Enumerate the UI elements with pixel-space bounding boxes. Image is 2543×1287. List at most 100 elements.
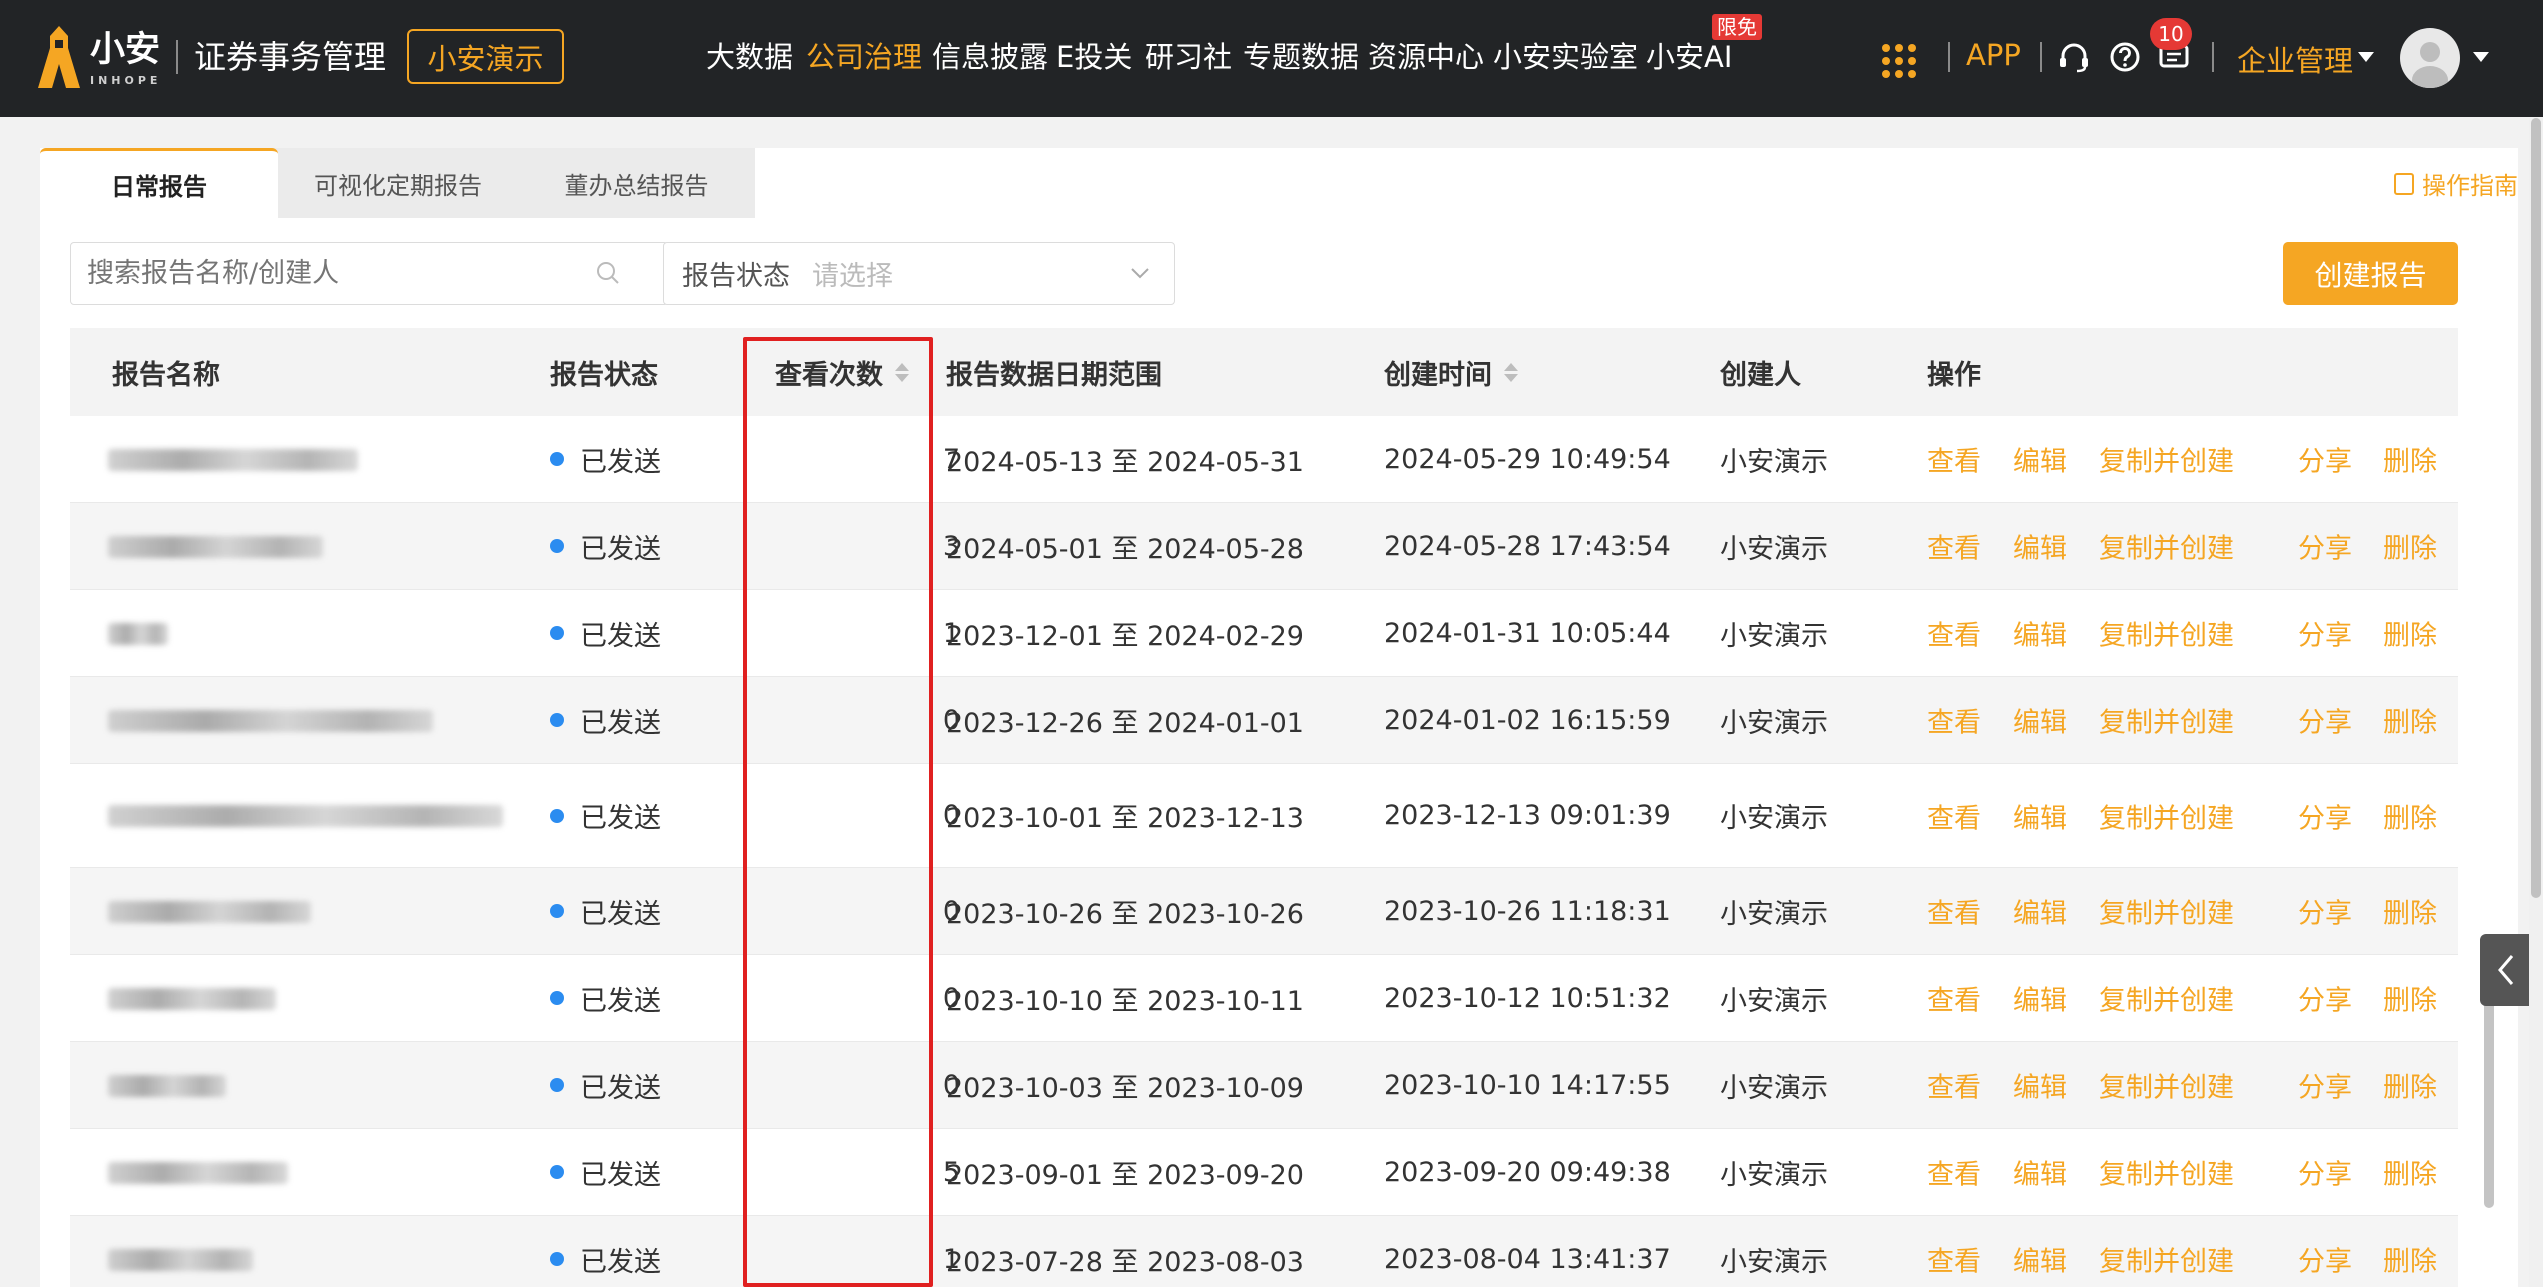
date-range-cell: 2024-05-13 至 2024-05-31 — [946, 446, 1304, 478]
caret-down-icon[interactable] — [2473, 52, 2489, 62]
blurred-report-name[interactable] — [108, 709, 433, 732]
delete-action[interactable]: 删除 — [2383, 1240, 2437, 1279]
edit-action[interactable]: 编辑 — [2013, 1240, 2067, 1279]
edit-action[interactable]: 编辑 — [2013, 701, 2067, 740]
blurred-report-name[interactable] — [108, 1074, 226, 1097]
copy-create-action[interactable]: 复制并创建 — [2099, 527, 2234, 566]
nav-item-1[interactable]: 公司治理 — [806, 36, 922, 78]
edit-action[interactable]: 编辑 — [2013, 527, 2067, 566]
tab-daily-report[interactable]: 日常报告 — [40, 148, 278, 218]
sort-icon[interactable] — [1504, 362, 1518, 382]
share-action[interactable]: 分享 — [2298, 1153, 2352, 1192]
delete-action[interactable]: 删除 — [2383, 979, 2437, 1018]
side-panel-toggle[interactable] — [2480, 934, 2532, 1006]
nav-item-2[interactable]: 信息披露 — [932, 36, 1048, 78]
delete-action[interactable]: 删除 — [2383, 701, 2437, 740]
caret-down-icon[interactable] — [2358, 52, 2374, 62]
edit-action[interactable]: 编辑 — [2013, 1066, 2067, 1105]
blurred-report-name[interactable] — [108, 900, 311, 923]
copy-create-action[interactable]: 复制并创建 — [2099, 1153, 2234, 1192]
view-action[interactable]: 查看 — [1927, 440, 1981, 479]
view-action[interactable]: 查看 — [1927, 527, 1981, 566]
delete-action[interactable]: 删除 — [2383, 1153, 2437, 1192]
tab-board-summary-report[interactable]: 董办总结报告 — [518, 148, 755, 218]
share-action[interactable]: 分享 — [2298, 979, 2352, 1018]
share-action[interactable]: 分享 — [2298, 1240, 2352, 1279]
share-action[interactable]: 分享 — [2298, 796, 2352, 835]
nav-item-8[interactable]: 小安AI — [1646, 36, 1732, 78]
date-range-cell: 2023-10-03 至 2023-10-09 — [946, 1072, 1304, 1104]
view-action[interactable]: 查看 — [1927, 614, 1981, 653]
delete-action[interactable]: 删除 — [2383, 527, 2437, 566]
delete-action[interactable]: 删除 — [2383, 1066, 2437, 1105]
create-report-button[interactable]: 创建报告 — [2283, 242, 2458, 305]
created-time-cell: 2023-10-12 10:51:32 — [1384, 982, 1671, 1014]
share-action[interactable]: 分享 — [2298, 440, 2352, 479]
nav-item-3[interactable]: E投关 — [1056, 36, 1132, 78]
search-icon[interactable] — [595, 260, 621, 286]
status-dot-icon — [550, 713, 564, 727]
blurred-report-name[interactable] — [108, 535, 323, 558]
view-action[interactable]: 查看 — [1927, 796, 1981, 835]
help-question-icon[interactable] — [2108, 40, 2142, 74]
report-status-select[interactable]: 报告状态 请选择 — [663, 242, 1175, 305]
column-created-time[interactable]: 创建时间 — [1384, 328, 1518, 416]
copy-create-action[interactable]: 复制并创建 — [2099, 1066, 2234, 1105]
blurred-report-name[interactable] — [108, 987, 276, 1010]
delete-action[interactable]: 删除 — [2383, 614, 2437, 653]
app-link[interactable]: APP — [1966, 38, 2021, 72]
copy-create-action[interactable]: 复制并创建 — [2099, 892, 2234, 931]
nav-item-5[interactable]: 专题数据 — [1243, 36, 1359, 78]
nav-item-6[interactable]: 资源中心 — [1368, 36, 1484, 78]
share-action[interactable]: 分享 — [2298, 527, 2352, 566]
copy-create-action[interactable]: 复制并创建 — [2099, 1240, 2234, 1279]
nav-item-7[interactable]: 小安实验室 — [1493, 36, 1638, 78]
copy-create-action[interactable]: 复制并创建 — [2099, 614, 2234, 653]
view-action[interactable]: 查看 — [1927, 979, 1981, 1018]
table-row: 已发送 0 2023-10-03 至 2023-10-09 2023-10-10 14… — [70, 1042, 2458, 1129]
view-action[interactable]: 查看 — [1927, 892, 1981, 931]
edit-action[interactable]: 编辑 — [2013, 440, 2067, 479]
operation-guide-link[interactable]: 操作指南 — [2394, 166, 2518, 201]
enterprise-management-menu[interactable]: 企业管理 — [2237, 38, 2353, 80]
demo-account-button[interactable]: 小安演示 — [407, 29, 564, 84]
delete-action[interactable]: 删除 — [2383, 440, 2437, 479]
blurred-report-name[interactable] — [108, 622, 168, 645]
nav-item-4[interactable]: 研习社 — [1145, 36, 1232, 78]
headset-support-icon[interactable] — [2057, 40, 2091, 74]
copy-create-action[interactable]: 复制并创建 — [2099, 796, 2234, 835]
share-action[interactable]: 分享 — [2298, 892, 2352, 931]
delete-action[interactable]: 删除 — [2383, 892, 2437, 931]
delete-action[interactable]: 删除 — [2383, 796, 2437, 835]
copy-create-action[interactable]: 复制并创建 — [2099, 440, 2234, 479]
edit-action[interactable]: 编辑 — [2013, 892, 2067, 931]
share-action[interactable]: 分享 — [2298, 1066, 2352, 1105]
brand-name[interactable]: 小安 — [90, 30, 160, 70]
view-action[interactable]: 查看 — [1927, 1153, 1981, 1192]
blurred-report-name[interactable] — [108, 1161, 288, 1184]
copy-create-action[interactable]: 复制并创建 — [2099, 979, 2234, 1018]
blurred-report-name[interactable] — [108, 805, 503, 827]
creator-cell: 小安演示 — [1720, 620, 1828, 652]
edit-action[interactable]: 编辑 — [2013, 979, 2067, 1018]
view-action[interactable]: 查看 — [1927, 1066, 1981, 1105]
share-action[interactable]: 分享 — [2298, 614, 2352, 653]
nav-item-0[interactable]: 大数据 — [706, 36, 793, 78]
blurred-report-name[interactable] — [108, 1248, 253, 1271]
edit-action[interactable]: 编辑 — [2013, 614, 2067, 653]
blurred-report-name[interactable] — [108, 448, 358, 471]
share-action[interactable]: 分享 — [2298, 701, 2352, 740]
tab-visual-periodic-report[interactable]: 可视化定期报告 — [278, 148, 518, 218]
view-action[interactable]: 查看 — [1927, 1240, 1981, 1279]
edit-action[interactable]: 编辑 — [2013, 796, 2067, 835]
copy-create-action[interactable]: 复制并创建 — [2099, 701, 2234, 740]
table-scrollbar-thumb[interactable] — [2484, 978, 2494, 1208]
user-avatar[interactable] — [2400, 28, 2460, 88]
view-action[interactable]: 查看 — [1927, 701, 1981, 740]
edit-action[interactable]: 编辑 — [2013, 1153, 2067, 1192]
page-scrollbar-thumb[interactable] — [2531, 118, 2541, 898]
book-icon — [2394, 172, 2414, 195]
system-title: 证券事务管理 — [194, 38, 387, 76]
report-search-input[interactable] — [70, 242, 668, 305]
apps-grid-icon[interactable] — [1882, 44, 1916, 78]
